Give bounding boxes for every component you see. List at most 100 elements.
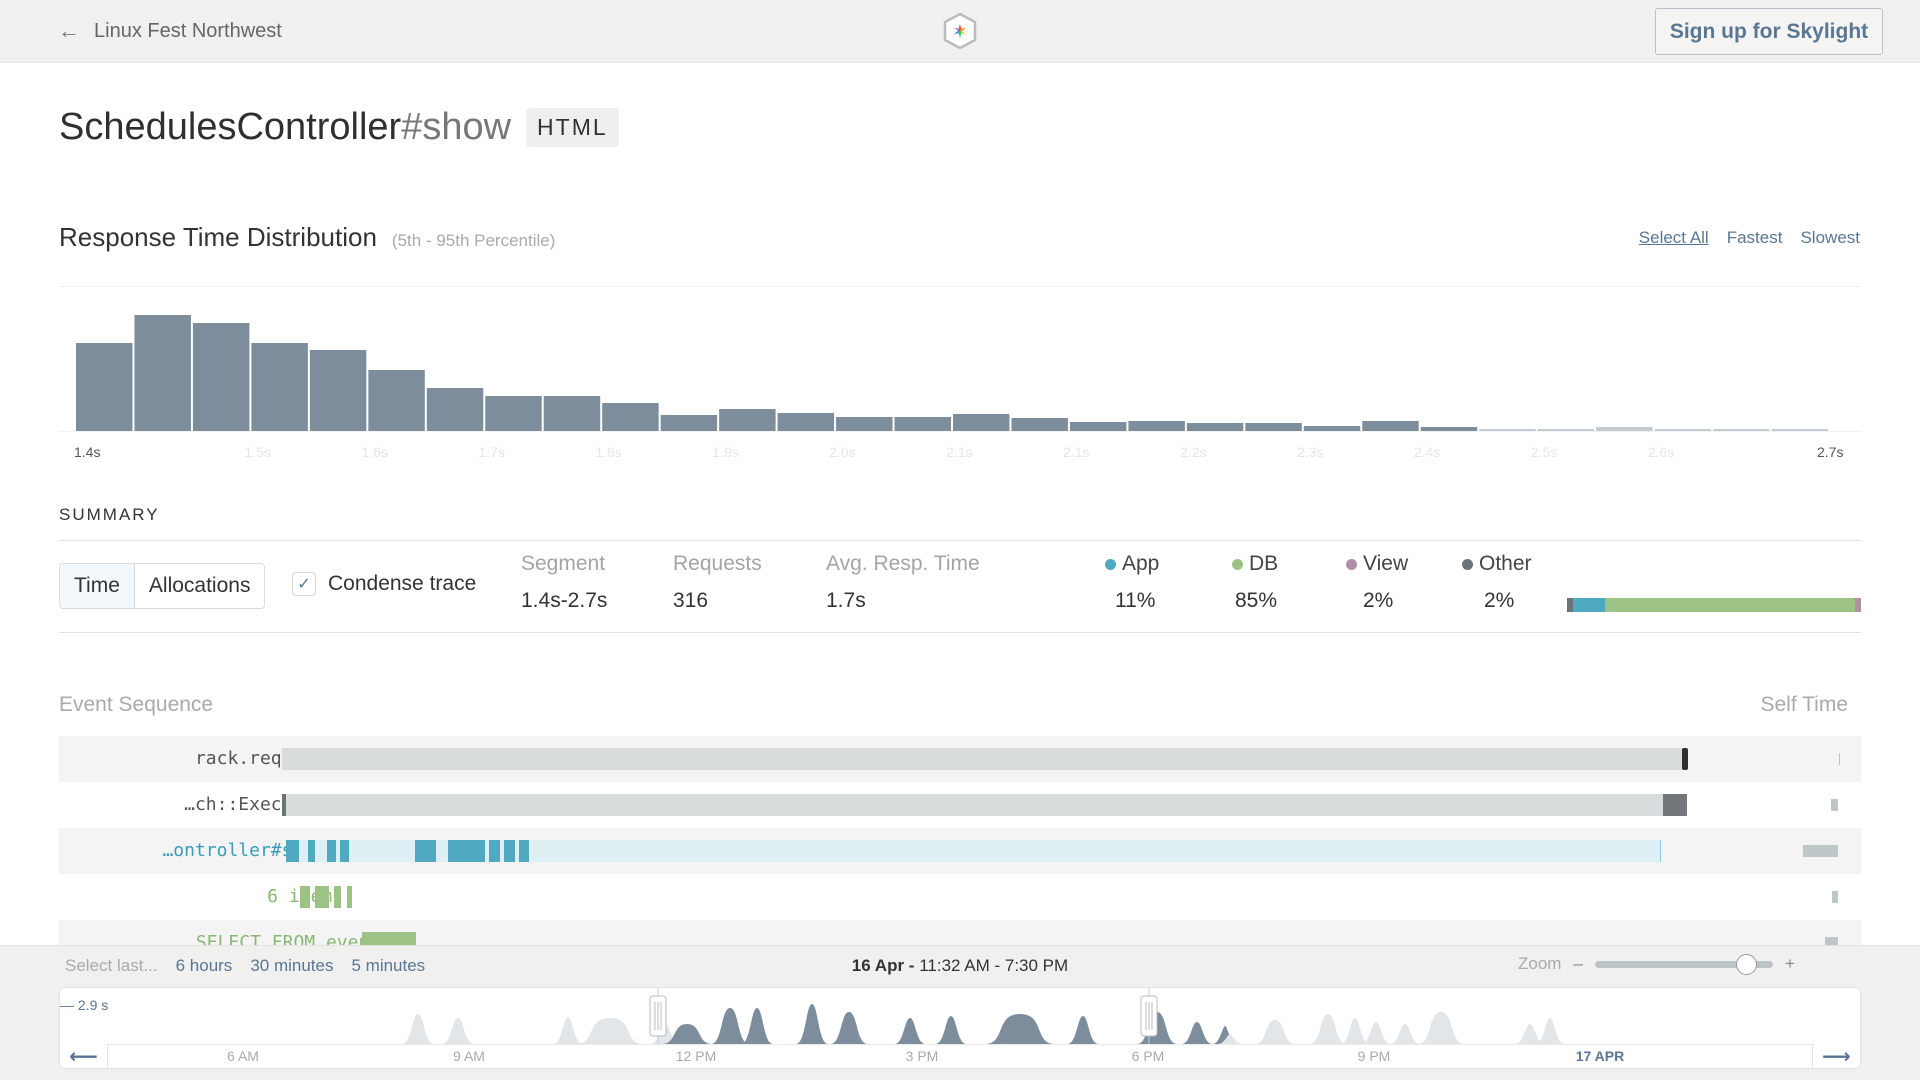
stat-value: 2%: [1484, 589, 1515, 612]
zoom-slider-handle[interactable]: [1736, 953, 1758, 975]
zoom-control: Zoom – +: [1518, 953, 1795, 975]
histogram-bar[interactable]: [368, 370, 425, 431]
histogram-bar[interactable]: [1537, 429, 1595, 431]
histogram-bar[interactable]: [1596, 427, 1653, 431]
stat-value: 1.4s-2.7s: [521, 589, 608, 612]
histogram-tick-label: 2.7s: [1817, 444, 1843, 460]
event-bar-self: [1663, 794, 1687, 816]
event-bar: [282, 748, 1686, 770]
condense-trace-label: Condense trace: [328, 572, 477, 595]
distribution-subtitle: (5th - 95th Percentile): [391, 231, 556, 250]
histogram-bar[interactable]: [836, 417, 893, 431]
timeline-prev-button[interactable]: ⟵: [60, 1044, 108, 1068]
timeline-area: [1340, 1018, 1370, 1044]
controller-name: SchedulesController: [59, 106, 402, 148]
histogram-bar[interactable]: [192, 323, 250, 431]
histogram-bar[interactable]: [602, 403, 659, 431]
histogram-bar[interactable]: [76, 343, 133, 431]
histogram-bar[interactable]: [1186, 423, 1244, 431]
skylight-logo-icon[interactable]: [942, 12, 978, 50]
response-time-histogram[interactable]: 1.4s 1.5s 1.6s 1.7s 1.8s 1.9s 2.0s 2.1s 2.1s 2.2s…: [59, 300, 1861, 460]
timeline-tick: 6 PM: [1131, 1048, 1165, 1064]
zoom-slider[interactable]: [1594, 953, 1773, 975]
timeline-y-max: — 2.9 s: [60, 997, 109, 1013]
toggle-time[interactable]: Time: [60, 564, 135, 608]
histogram-tick-label: 2.4s: [1414, 444, 1440, 460]
histogram-bar[interactable]: [426, 388, 484, 431]
timeline-tick-date: 17 APR: [1575, 1048, 1625, 1064]
timeline-area: [576, 1018, 644, 1044]
histogram-tick-label: 1.5s: [245, 444, 271, 460]
histogram-tick-label: 2.1s: [1063, 444, 1089, 460]
histogram-bar[interactable]: [1362, 421, 1419, 431]
histogram-bar[interactable]: [309, 350, 367, 431]
self-time-bar: [1832, 891, 1838, 903]
histogram-bar[interactable]: [894, 417, 951, 431]
timeline-area: [796, 1004, 828, 1044]
slowest-link[interactable]: Slowest: [1800, 228, 1860, 248]
self-time-bar: [1803, 845, 1838, 857]
back-link[interactable]: ← Linux Fest Northwest: [58, 18, 282, 44]
fastest-link[interactable]: Fastest: [1727, 228, 1783, 248]
histogram-bar[interactable]: [1303, 426, 1361, 431]
histogram-bar[interactable]: [660, 415, 718, 431]
timeline-area: [741, 1008, 773, 1044]
event-bar-self: [308, 840, 315, 862]
histogram-bar[interactable]: [1771, 429, 1828, 431]
toggle-allocations[interactable]: Allocations: [135, 564, 265, 608]
histogram-bar[interactable]: [1011, 418, 1068, 431]
stat-label: Segment: [521, 552, 606, 575]
histogram-tick-label: 1.6s: [361, 444, 387, 460]
signup-button[interactable]: Sign up for Skylight: [1655, 8, 1883, 55]
histogram-bar[interactable]: [485, 396, 542, 431]
histogram-bar[interactable]: [777, 413, 835, 431]
event-bar-self: [327, 840, 336, 862]
histogram-bar[interactable]: [719, 409, 776, 431]
event-bar-self: [334, 886, 341, 908]
select-all-link[interactable]: Select All: [1639, 228, 1709, 248]
event-row-items[interactable]: 6 items: [59, 874, 1861, 920]
event-row-rack-request[interactable]: rack.request: [59, 736, 1861, 782]
divider: [59, 540, 1861, 541]
zoom-in-button[interactable]: +: [1785, 954, 1795, 974]
db-dot-icon: [1232, 558, 1243, 570]
histogram-bar[interactable]: [1420, 427, 1478, 431]
stat-requests: Requests 316: [673, 552, 762, 613]
histogram-bar[interactable]: [953, 414, 1010, 431]
timeline-tick: 6 AM: [227, 1048, 259, 1064]
divider: [59, 632, 1861, 633]
event-row-controller-show[interactable]: …ontroller#show: [59, 828, 1861, 874]
timeline-next-button[interactable]: ⟶: [1812, 1044, 1860, 1068]
histogram-bar[interactable]: [1713, 429, 1770, 431]
divider: [59, 286, 1861, 287]
arrow-right-icon: ⟶: [1822, 1045, 1851, 1068]
arrow-left-icon: ⟵: [69, 1045, 98, 1068]
zoom-out-button[interactable]: –: [1573, 954, 1582, 974]
histogram-bar[interactable]: [1479, 429, 1536, 431]
breakdown-segment-app: [1572, 598, 1606, 612]
histogram-bar[interactable]: [1069, 422, 1127, 431]
summary-heading: SUMMARY: [59, 505, 160, 524]
histogram-bar[interactable]: [1654, 429, 1712, 431]
histogram-bar[interactable]: [251, 343, 308, 431]
distribution-links: Select All Fastest Slowest: [1639, 228, 1860, 248]
self-time-bar: [1831, 799, 1838, 811]
stat-avg-resp-time: Avg. Resp. Time 1.7s: [826, 552, 980, 613]
histogram-bar[interactable]: [1128, 421, 1185, 431]
timeline-chart[interactable]: — 2.9 s ⟵ ⟶ 6 AM 9 AM 12 PM 3 PM 6 PM 9 …: [59, 987, 1861, 1069]
action-name: #show: [401, 106, 512, 148]
histogram-tick-label: 2.3s: [1297, 444, 1323, 460]
timeline-area: [1181, 1022, 1213, 1044]
histogram-bar[interactable]: [134, 315, 191, 431]
arrow-left-icon: ←: [58, 18, 80, 43]
histogram-tick-label: 1.7s: [478, 444, 504, 460]
timeline-area: [1255, 1020, 1295, 1044]
stat-view: View 2%: [1346, 552, 1408, 613]
event-row-executor[interactable]: …ch::Executor: [59, 782, 1861, 828]
check-icon: ✓: [292, 572, 316, 596]
histogram-bar[interactable]: [1245, 423, 1302, 431]
stat-label: Requests: [673, 552, 762, 575]
histogram-bar[interactable]: [543, 396, 601, 431]
condense-trace-checkbox[interactable]: ✓ Condense trace: [292, 572, 476, 596]
event-bar-self: [415, 840, 436, 862]
